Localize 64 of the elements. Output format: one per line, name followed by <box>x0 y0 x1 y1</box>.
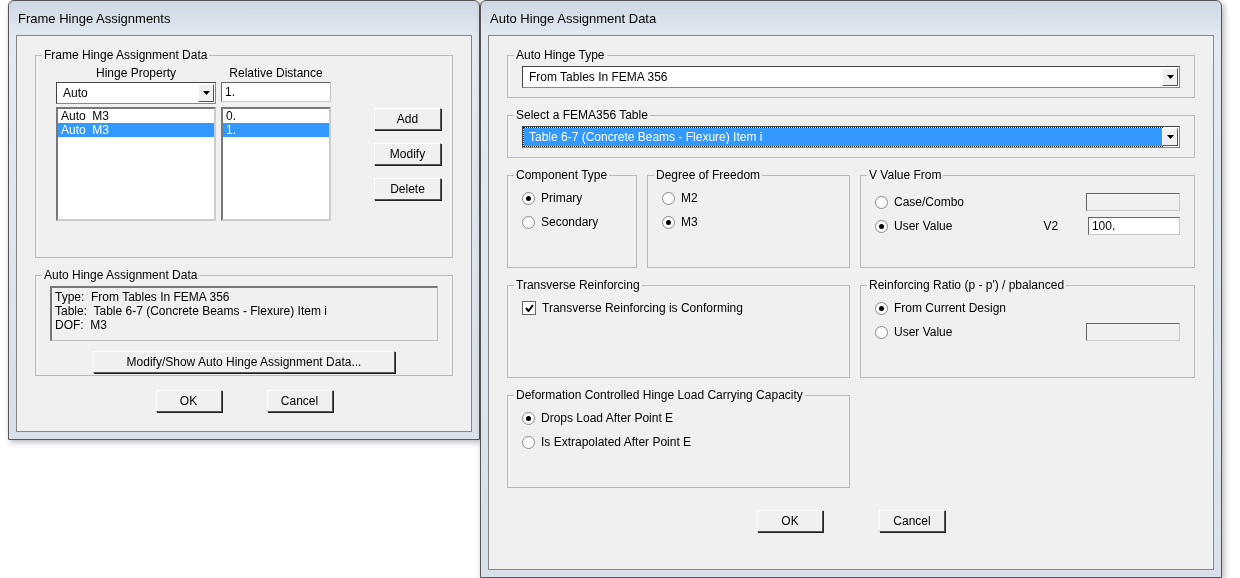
input-field[interactable] <box>1086 323 1180 341</box>
group-label: Transverse Reinforcing <box>515 278 641 292</box>
group-label: Degree of Freedom <box>655 168 762 182</box>
checkbox-label: Transverse Reinforcing is Conforming <box>542 301 743 315</box>
group-label: Reinforcing Ratio (p - p') / pbalanced <box>868 278 1066 292</box>
option-label: Is Extrapolated After Point E <box>541 435 692 449</box>
radio-button[interactable] <box>875 325 888 339</box>
dialog-button[interactable]: OK <box>155 390 222 412</box>
option-label: From Current Design <box>894 301 1008 315</box>
radio-button[interactable] <box>522 411 535 425</box>
dialog-button[interactable]: Cancel <box>879 510 945 532</box>
radio-button[interactable] <box>522 435 535 449</box>
caret-icon <box>202 91 210 95</box>
radio-button[interactable] <box>875 195 888 209</box>
list-item[interactable]: Auto M3 <box>58 109 214 123</box>
group-label: Auto Hinge Assignment Data <box>43 268 199 282</box>
group-label: Frame Hinge Assignment Data <box>43 48 209 62</box>
action-button[interactable]: Add <box>374 108 441 130</box>
radio-button[interactable] <box>522 191 535 205</box>
dropdown-button[interactable] <box>198 84 214 102</box>
dialog-button[interactable]: Cancel <box>266 390 333 412</box>
group-label: Component Type <box>515 168 609 182</box>
option-label: M3 <box>681 215 698 229</box>
summary-line: Type: From Tables In FEMA 356 <box>55 290 231 304</box>
summary-line: DOF: M3 <box>55 318 108 332</box>
show-data-button[interactable]: Modify/Show Auto Hinge Assignment Data... <box>93 351 395 373</box>
hinge-list[interactable]: Auto M3 Auto M3 <box>56 107 216 221</box>
group-label: Deformation Controlled Hinge Load Carrying Capacity <box>515 388 804 402</box>
distance-list[interactable]: 0. 1. <box>221 107 331 221</box>
radio-button[interactable] <box>662 191 675 205</box>
relative-distance-field[interactable]: 1. <box>221 82 331 102</box>
hinge-type-dropdown[interactable]: From Tables In FEMA 356 <box>522 66 1180 88</box>
checkbox[interactable] <box>522 301 536 315</box>
option-label: M2 <box>681 191 698 205</box>
list-item[interactable]: 0. <box>223 109 329 123</box>
summary-line: Table: Table 6-7 (Concrete Beams - Flexure) Item i <box>55 304 328 318</box>
radio-button[interactable] <box>522 215 535 229</box>
option-label: User Value <box>894 325 954 339</box>
option-label: User Value <box>894 219 954 233</box>
radio-button[interactable] <box>662 215 675 229</box>
option-label: Drops Load After Point E <box>541 411 674 425</box>
column-header: Relative Distance <box>228 66 324 80</box>
caret-icon <box>1166 135 1174 139</box>
dialog-button[interactable]: OK <box>757 510 823 532</box>
hinge-property-dropdown[interactable]: Auto <box>56 82 216 104</box>
radio-button[interactable] <box>875 219 888 233</box>
option-label: Primary <box>541 191 583 205</box>
dropdown-button[interactable] <box>1162 128 1178 146</box>
input-field[interactable] <box>1086 193 1180 211</box>
field-label: V2 <box>1043 219 1060 233</box>
radio-button[interactable] <box>875 301 888 315</box>
option-label: Secondary <box>541 215 599 229</box>
window-title: Frame Hinge Assignments <box>17 9 172 28</box>
group-label: V Value From <box>868 168 943 182</box>
group-label: Auto Hinge Type <box>515 48 606 62</box>
action-button[interactable]: Delete <box>374 178 441 200</box>
action-button[interactable]: Modify <box>374 143 441 165</box>
column-header: Hinge Property <box>94 66 177 80</box>
option-label: Case/Combo <box>894 195 966 209</box>
window-title: Auto Hinge Assignment Data <box>489 9 658 28</box>
input-field[interactable]: 100. <box>1087 217 1180 235</box>
caret-icon <box>1166 75 1174 79</box>
dropdown-button[interactable] <box>1162 68 1178 86</box>
group-label: Select a FEMA356 Table <box>515 108 649 122</box>
